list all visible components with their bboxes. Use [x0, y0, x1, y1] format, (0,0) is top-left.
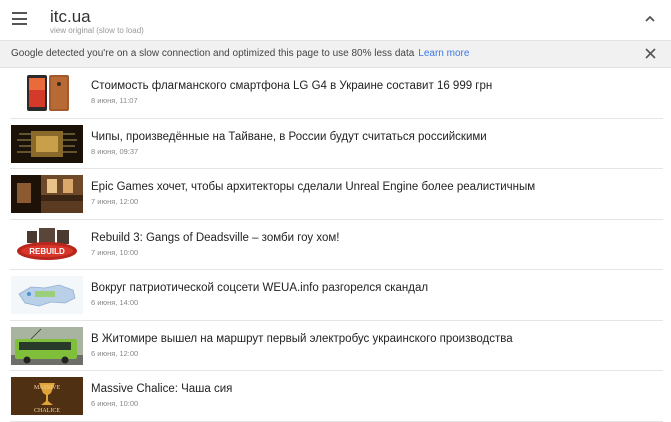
- article-thumbnail: [11, 326, 83, 365]
- article-thumbnail: [11, 124, 83, 163]
- learn-more-link[interactable]: Learn more: [418, 48, 469, 59]
- article-date: 7 июня, 12:00: [91, 197, 139, 206]
- article-date: 7 июня, 10:00: [91, 247, 139, 257]
- list-item[interactable]: В Житомире вышел на маршрут первый элект…: [10, 321, 663, 371]
- list-item[interactable]: Epic Games хочет, чтобы архитекторы сдел…: [10, 169, 663, 220]
- article-title[interactable]: Вокруг патриотической соцсети WEUA.info …: [91, 282, 428, 294]
- svg-text:CHALICE: CHALICE: [34, 408, 60, 414]
- article-date: 6 июня, 12:00: [91, 348, 139, 358]
- article-thumbnail: [11, 276, 83, 314]
- notice-text: Google detected you're on a slow connect…: [11, 48, 469, 59]
- menu-icon[interactable]: [12, 12, 27, 25]
- top-bar: itc.ua view original (slow to load): [0, 0, 671, 41]
- list-item[interactable]: REBUILD Rebuild 3: Gangs of Deadsville –…: [10, 220, 663, 270]
- svg-text:REBUILD: REBUILD: [29, 247, 65, 256]
- close-icon[interactable]: [644, 47, 657, 60]
- list-item[interactable]: Чипы, произведённые на Тайване, в России…: [10, 119, 663, 169]
- article-thumbnail: MASSIVE CHALICE: [11, 377, 83, 415]
- article-title[interactable]: Чипы, произведённые на Тайване, в России…: [91, 131, 487, 143]
- list-item[interactable]: Вокруг патриотической соцсети WEUA.info …: [10, 270, 663, 321]
- article-thumbnail: [11, 74, 83, 112]
- article-title[interactable]: Massive Chalice: Чаша сия: [91, 383, 232, 395]
- article-title[interactable]: В Житомире вышел на маршрут первый элект…: [91, 333, 513, 345]
- article-title[interactable]: Rebuild 3: Gangs of Deadsville – зомби г…: [91, 232, 339, 244]
- article-title[interactable]: Epic Games хочет, чтобы архитекторы сдел…: [91, 181, 535, 193]
- article-list: Стоимость флагманского смартфона LG G4 в…: [0, 68, 671, 422]
- list-item[interactable]: Стоимость флагманского смартфона LG G4 в…: [10, 68, 663, 119]
- article-date: 8 июня, 11:07: [91, 96, 138, 105]
- article-thumbnail: REBUILD: [11, 225, 83, 264]
- slow-connection-notice: Google detected you're on a slow connect…: [0, 41, 671, 68]
- article-title[interactable]: Стоимость флагманского смартфона LG G4 в…: [91, 80, 492, 92]
- article-thumbnail: [11, 175, 83, 213]
- list-item[interactable]: MASSIVE CHALICE Massive Chalice: Чаша си…: [10, 371, 663, 422]
- notice-message: Google detected you're on a slow connect…: [11, 48, 415, 59]
- article-date: 8 июня, 09:37: [91, 146, 139, 156]
- article-date: 6 июня, 10:00: [91, 399, 139, 408]
- svg-text:MASSIVE: MASSIVE: [34, 385, 61, 391]
- article-date: 6 июня, 14:00: [91, 298, 139, 307]
- site-title[interactable]: itc.ua: [50, 7, 91, 27]
- view-original-link[interactable]: view original (slow to load): [50, 26, 144, 35]
- chevron-up-icon[interactable]: [643, 12, 657, 26]
